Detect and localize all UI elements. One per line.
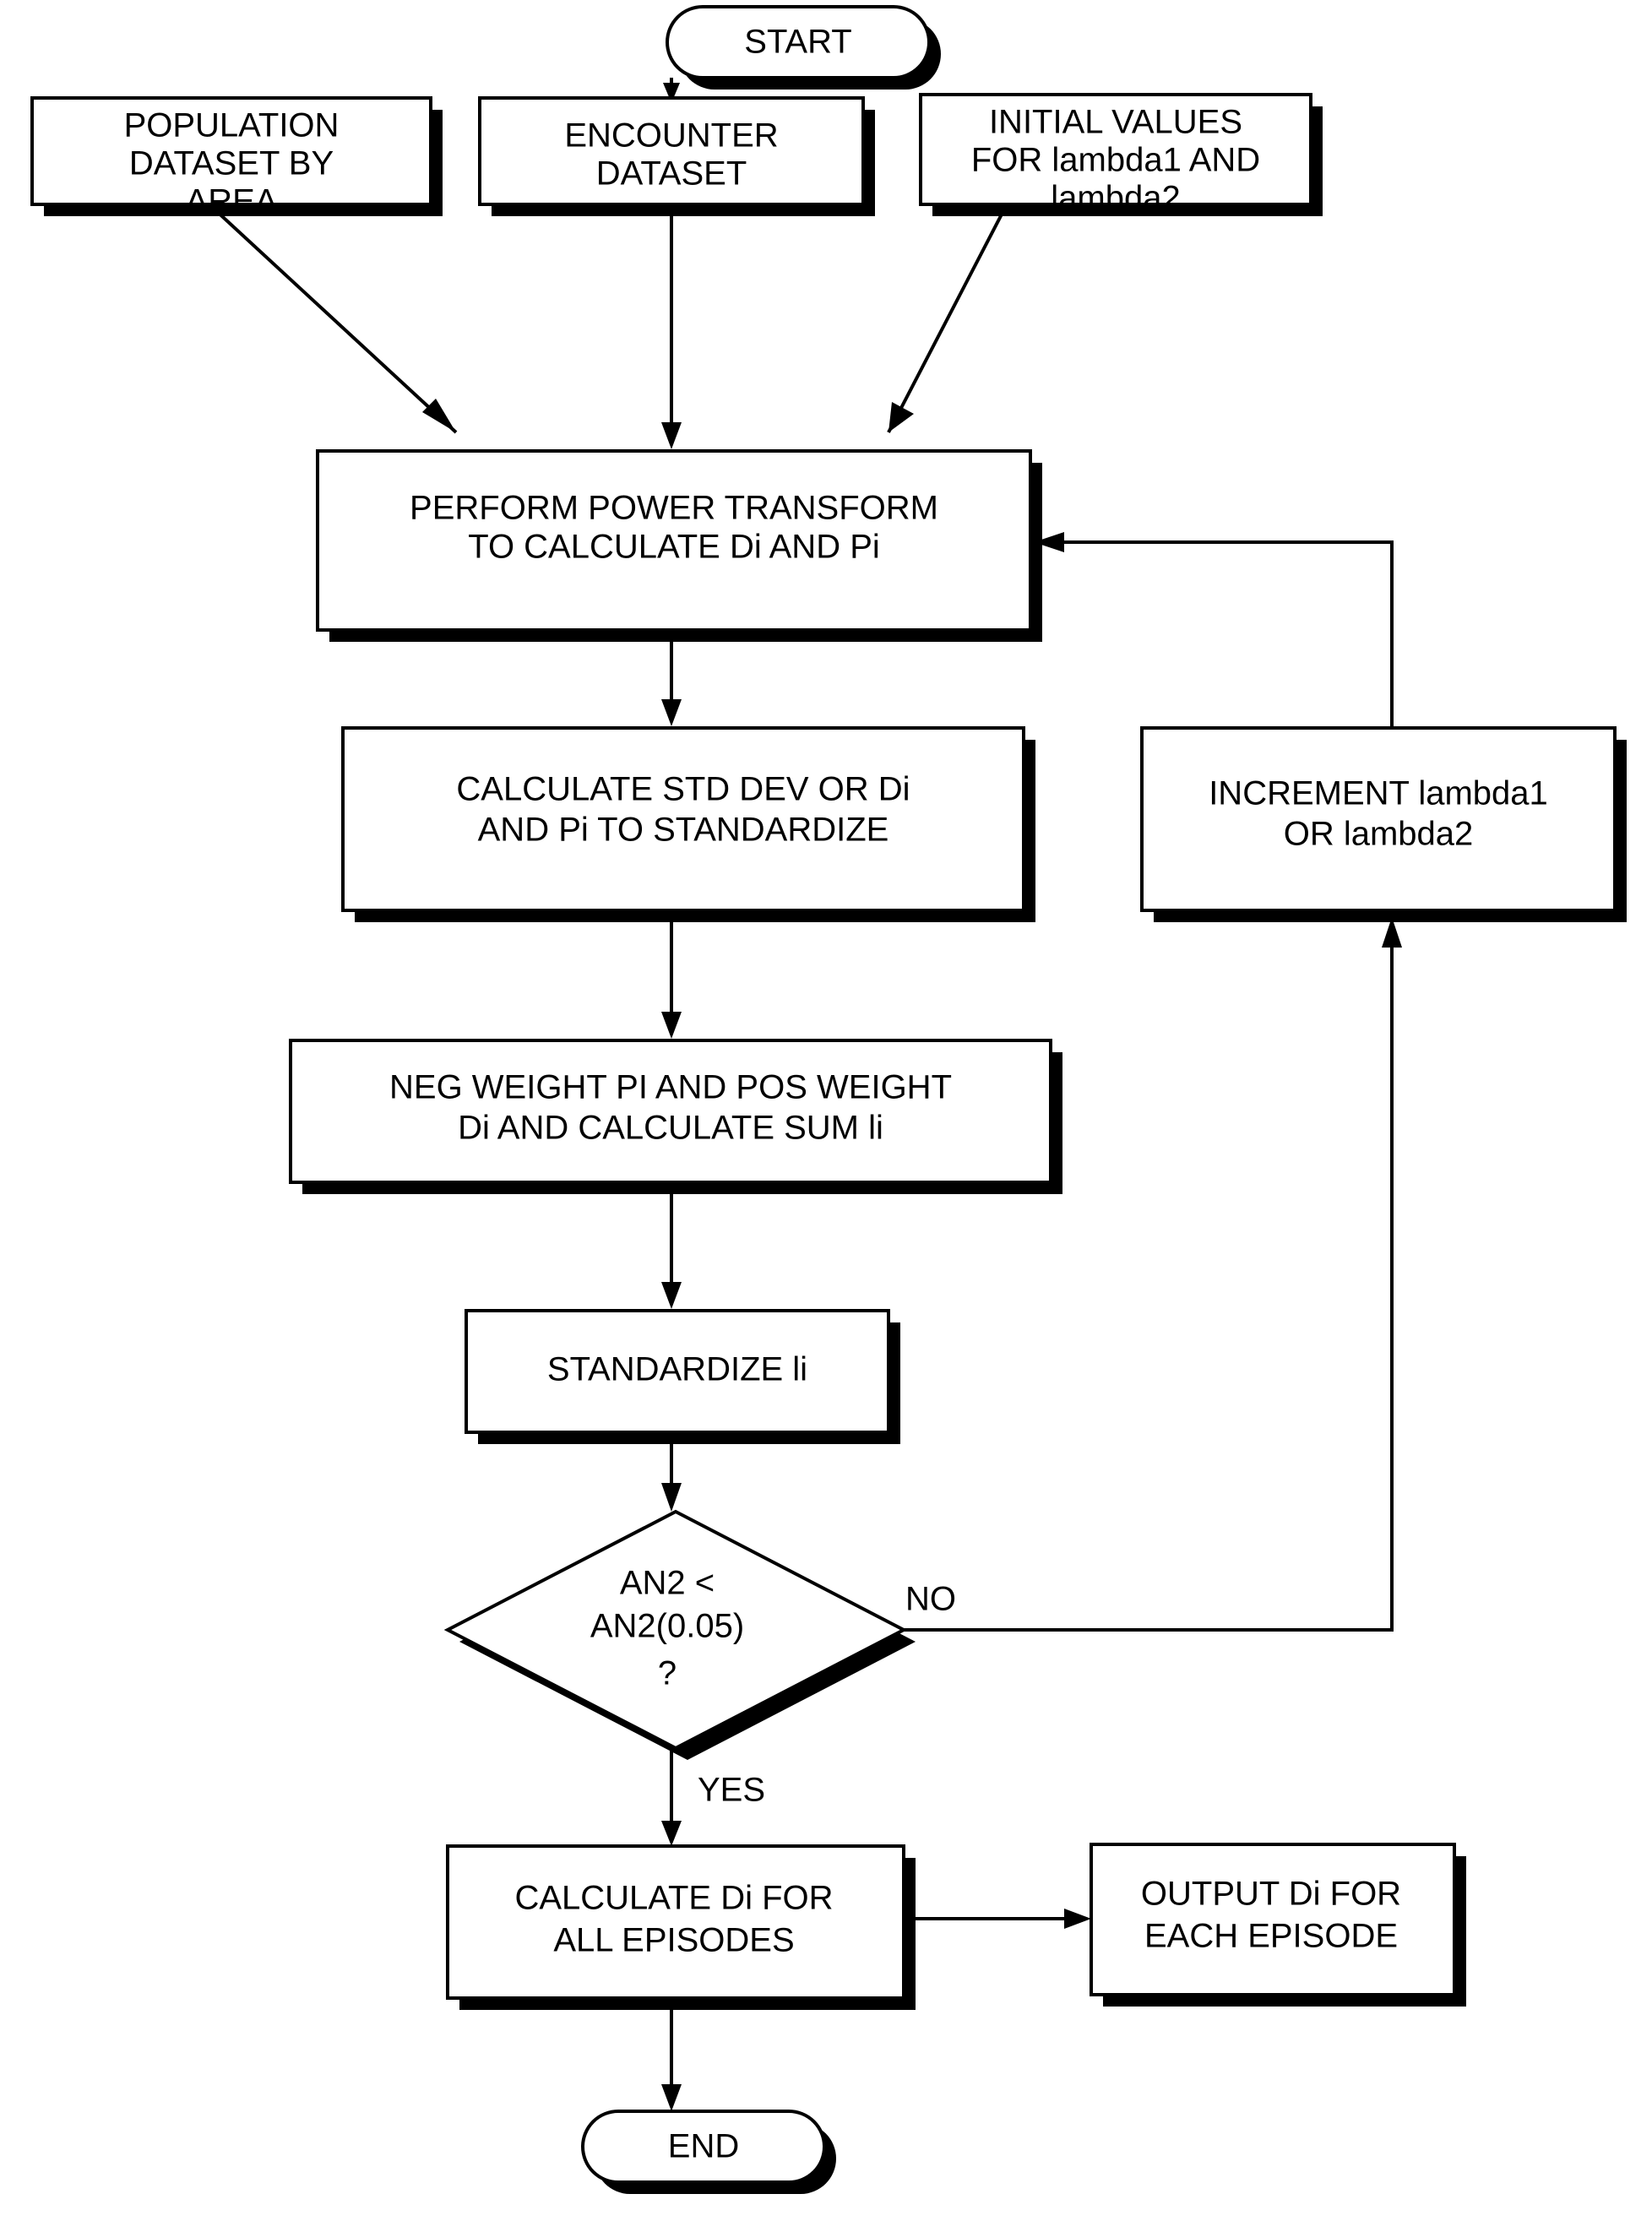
node-calc-std-dev[interactable]: CALCULATE STD DEV OR Di AND Pi TO STANDA… bbox=[341, 726, 1035, 922]
flowchart-canvas: START POPULATION DATASET BY AREA ENCOUNT… bbox=[0, 0, 1652, 2232]
node-end-label: END bbox=[668, 2128, 739, 2165]
edge-decision-yes-to-calculate-di bbox=[661, 1748, 682, 1846]
node-calc-std-dev-line2: AND Pi TO STANDARDIZE bbox=[478, 812, 889, 849]
edge-label-no: NO bbox=[905, 1581, 956, 1618]
node-population-dataset[interactable]: POPULATION DATASET BY AREA bbox=[30, 96, 443, 220]
node-end[interactable]: END bbox=[581, 2110, 836, 2194]
edge-calculate-di-to-end bbox=[661, 2003, 682, 2111]
node-increment-lambda-line1: INCREMENT lambda1 bbox=[1209, 775, 1548, 812]
flowchart-svg: START POPULATION DATASET BY AREA ENCOUNT… bbox=[30, 5, 1627, 2194]
node-encounter-dataset[interactable]: ENCOUNTER DATASET bbox=[478, 96, 875, 216]
node-increment-lambda[interactable]: INCREMENT lambda1 OR lambda2 bbox=[1140, 726, 1627, 922]
edge-encounter-to-power-transform bbox=[661, 208, 682, 449]
node-encounter-dataset-line2: DATASET bbox=[596, 155, 747, 193]
node-neg-weight-line2: Di AND CALCULATE SUM li bbox=[458, 1110, 883, 1147]
node-calculate-di[interactable]: CALCULATE Di FOR ALL EPISODES bbox=[446, 1844, 916, 2010]
node-neg-weight-line1: NEG WEIGHT PI AND POS WEIGHT bbox=[389, 1069, 952, 1106]
node-calculate-di-line2: ALL EPISODES bbox=[553, 1922, 794, 1959]
edge-initial-values-to-power-transform bbox=[887, 207, 1007, 433]
node-initial-values[interactable]: INITIAL VALUES FOR lambda1 AND lambda2 bbox=[919, 93, 1323, 217]
edge-population-to-power-transform bbox=[211, 206, 458, 434]
edge-neg-weight-to-standardize-li bbox=[661, 1187, 682, 1309]
node-decision-line1: AN2 < bbox=[620, 1565, 715, 1602]
node-output-di-line1: OUTPUT Di FOR bbox=[1141, 1876, 1401, 1913]
edge-standardize-li-to-decision bbox=[661, 1437, 682, 1512]
edge-label-yes: YES bbox=[698, 1772, 765, 1809]
node-increment-lambda-line2: OR lambda2 bbox=[1284, 816, 1474, 853]
node-initial-values-line3: lambda2 bbox=[1051, 180, 1180, 217]
edge-calculate-di-to-output-di bbox=[904, 1909, 1091, 1929]
node-start[interactable]: START bbox=[666, 5, 941, 90]
edge-calc-std-dev-to-neg-weight bbox=[661, 915, 682, 1039]
node-standardize-li-label: STANDARDIZE li bbox=[547, 1351, 807, 1388]
node-calc-std-dev-line1: CALCULATE STD DEV OR Di bbox=[456, 771, 910, 808]
node-initial-values-line2: FOR lambda1 AND bbox=[971, 142, 1260, 179]
node-decision-line2: AN2(0.05) bbox=[590, 1608, 744, 1645]
edge-decision-no-to-increment bbox=[904, 917, 1402, 1632]
edge-increment-to-power-transform bbox=[1034, 532, 1394, 728]
node-output-di[interactable]: OUTPUT Di FOR EACH EPISODE bbox=[1090, 1843, 1466, 2007]
node-calculate-di-line1: CALCULATE Di FOR bbox=[514, 1880, 833, 1917]
node-decision-line3: ? bbox=[658, 1655, 677, 1692]
node-population-dataset-line3: AREA bbox=[186, 183, 278, 220]
node-power-transform[interactable]: PERFORM POWER TRANSFORM TO CALCULATE Di … bbox=[316, 449, 1042, 642]
node-power-transform-line2: TO CALCULATE Di AND Pi bbox=[468, 529, 880, 566]
node-standardize-li[interactable]: STANDARDIZE li bbox=[465, 1309, 900, 1444]
node-decision[interactable]: AN2 < AN2(0.05) ? bbox=[443, 1509, 916, 1760]
node-output-di-line2: EACH EPISODE bbox=[1144, 1918, 1398, 1955]
edge-power-transform-to-calc-std-dev bbox=[661, 635, 682, 726]
node-initial-values-line1: INITIAL VALUES bbox=[989, 104, 1242, 141]
node-start-label: START bbox=[744, 24, 851, 61]
node-population-dataset-line2: DATASET BY bbox=[129, 145, 334, 182]
node-population-dataset-line1: POPULATION bbox=[124, 107, 340, 144]
node-power-transform-line1: PERFORM POWER TRANSFORM bbox=[410, 490, 938, 527]
node-encounter-dataset-line1: ENCOUNTER bbox=[564, 117, 778, 155]
node-neg-weight[interactable]: NEG WEIGHT PI AND POS WEIGHT Di AND CALC… bbox=[289, 1039, 1062, 1194]
